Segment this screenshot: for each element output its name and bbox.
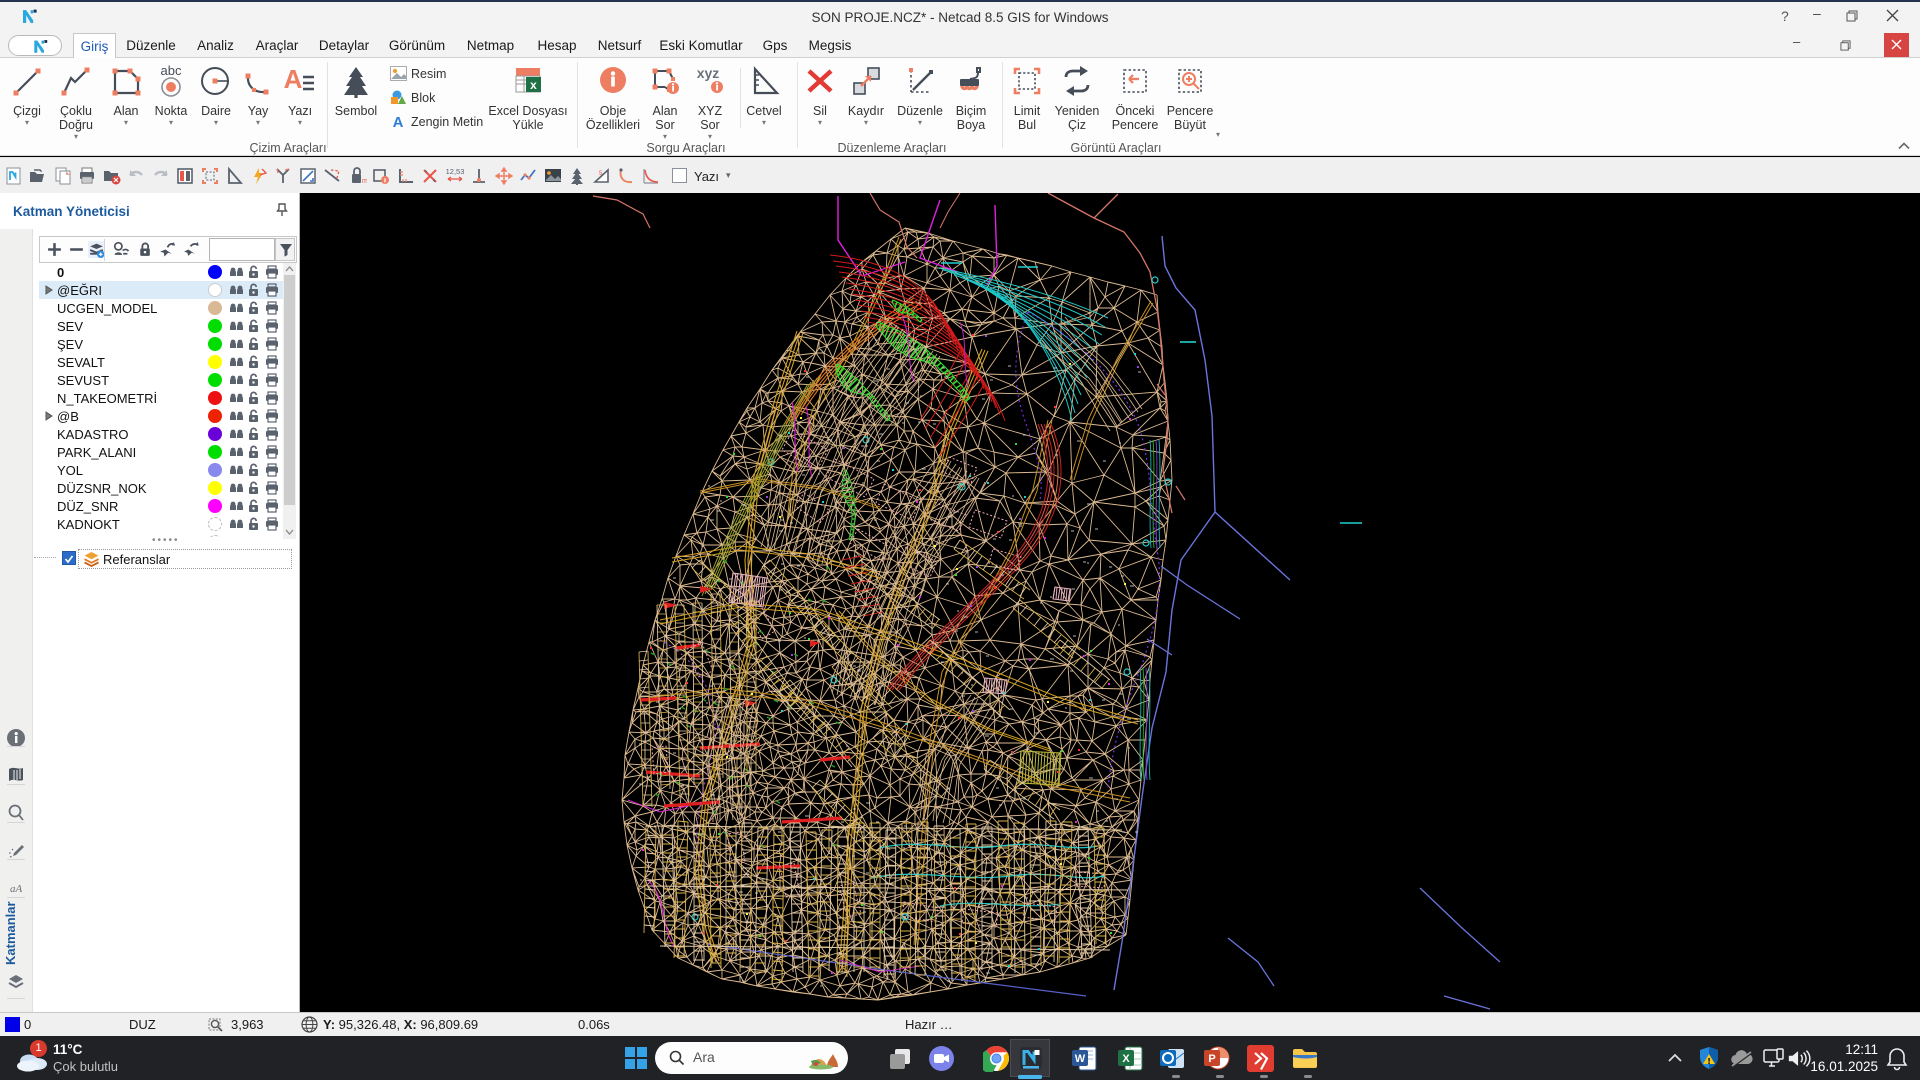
- svg-text:x: x: [530, 78, 537, 92]
- svg-text:aA: aA: [10, 883, 23, 895]
- svg-text:P: P: [1208, 1053, 1215, 1065]
- svg-text:12,53: 12,53: [446, 167, 465, 176]
- svg-text:abc: abc: [161, 64, 182, 78]
- svg-text:xyz: xyz: [697, 65, 720, 81]
- svg-text:X: X: [1122, 1053, 1130, 1065]
- svg-text:A: A: [393, 114, 404, 129]
- svg-text:W: W: [1075, 1053, 1086, 1065]
- svg-text:A: A: [284, 64, 303, 94]
- svg-text:m2: m2: [362, 178, 367, 185]
